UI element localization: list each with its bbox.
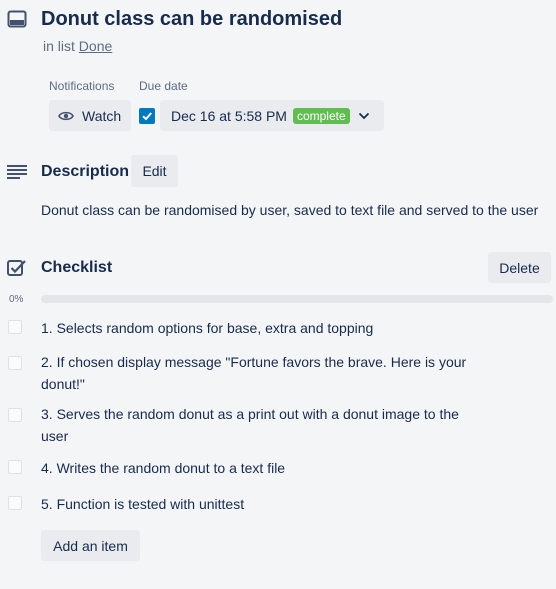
checklist-item-checkbox[interactable] — [8, 320, 22, 334]
add-item-button[interactable]: Add an item — [41, 530, 140, 561]
checklist-item[interactable]: 3. Serves the random donut as a print ou… — [41, 403, 481, 447]
checklist-item-checkbox[interactable] — [8, 408, 22, 422]
edit-description-button[interactable]: Edit — [131, 155, 178, 187]
checklist-heading: Checklist — [41, 259, 113, 276]
checklist-item[interactable]: 5. Function is tested with unittest — [41, 493, 481, 515]
checkbox-checked-icon — [142, 112, 152, 121]
due-date-value: Dec 16 at 5:58 PM — [171, 107, 287, 124]
due-date-label: Due date — [139, 79, 188, 93]
eye-icon — [58, 111, 74, 120]
description-icon — [7, 165, 27, 179]
checklist-item[interactable]: 4. Writes the random donut to a text fil… — [41, 457, 481, 479]
due-complete-checkbox[interactable] — [139, 108, 155, 124]
watch-button[interactable]: Watch — [49, 100, 131, 131]
delete-checklist-button[interactable]: Delete — [488, 252, 551, 283]
checklist-progress-bar — [41, 295, 553, 303]
card-title[interactable]: Donut class can be randomised — [41, 8, 342, 31]
description-heading: Description — [41, 163, 130, 180]
in-list-prefix: in list — [43, 38, 75, 54]
complete-badge: complete — [292, 107, 350, 124]
checklist-icon — [7, 260, 26, 276]
checklist-item-checkbox[interactable] — [8, 460, 22, 474]
checklist-item-checkbox[interactable] — [8, 356, 22, 370]
description-text[interactable]: Donut class can be randomised by user, s… — [41, 202, 538, 218]
checklist-progress-percent: 0% — [9, 294, 24, 305]
list-link[interactable]: Done — [79, 38, 112, 54]
list-breadcrumb: in list Done — [43, 38, 112, 54]
checklist-item-checkbox[interactable] — [8, 496, 22, 510]
checklist-item[interactable]: 2. If chosen display message "Fortune fa… — [41, 351, 481, 395]
watch-label: Watch — [82, 107, 122, 124]
card-icon — [7, 10, 27, 28]
chevron-down-icon — [358, 112, 369, 119]
due-date-button[interactable]: Dec 16 at 5:58 PM complete — [160, 100, 384, 131]
checklist-item[interactable]: 1. Selects random options for base, extr… — [41, 317, 481, 339]
notifications-label: Notifications — [49, 79, 115, 93]
